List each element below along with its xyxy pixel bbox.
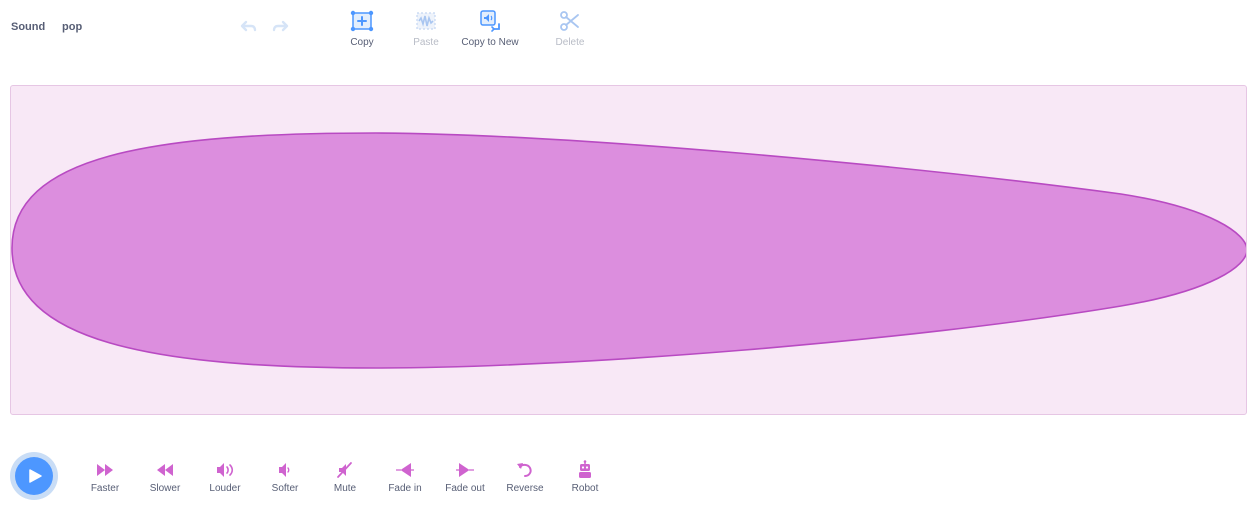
- slower-label: Slower: [149, 483, 181, 494]
- scissors-icon: [560, 11, 579, 31]
- delete-button[interactable]: Delete: [535, 9, 605, 48]
- copy-icon: [350, 10, 374, 32]
- undo-icon: [240, 20, 257, 32]
- fade-out-icon: [456, 463, 474, 477]
- mute-icon: [337, 462, 352, 478]
- play-button[interactable]: [10, 452, 58, 500]
- effect-fade-out[interactable]: Fade out: [435, 460, 495, 494]
- fade-in-icon: [396, 463, 414, 477]
- effect-robot[interactable]: Robot: [555, 460, 615, 494]
- redo-icon: [272, 20, 289, 32]
- louder-label: Louder: [209, 483, 241, 494]
- sound-editor: Sound pop Copy Paste Copy to New Delete …: [0, 0, 1258, 516]
- waveform-shape: [11, 132, 1246, 369]
- effect-louder[interactable]: Louder: [195, 460, 255, 494]
- faster-label: Faster: [90, 483, 120, 494]
- sound-name-input[interactable]: pop: [62, 21, 82, 33]
- effect-slower[interactable]: Slower: [135, 460, 195, 494]
- play-icon: [29, 469, 42, 483]
- copy-to-new-button[interactable]: Copy to New: [455, 9, 525, 48]
- fade-out-label: Fade out: [445, 483, 485, 494]
- redo-button[interactable]: [271, 18, 289, 34]
- effect-reverse[interactable]: Reverse: [495, 460, 555, 494]
- copy-to-new-label: Copy to New: [461, 37, 519, 48]
- effect-fade-in[interactable]: Fade in: [375, 460, 435, 494]
- fade-in-label: Fade in: [388, 483, 422, 494]
- robot-label: Robot: [571, 483, 599, 494]
- robot-icon: [579, 460, 591, 478]
- reverse-icon: [517, 463, 532, 477]
- copy-label: Copy: [350, 37, 374, 48]
- rewind-icon: [157, 464, 173, 476]
- paste-icon: [416, 12, 436, 30]
- speaker-loud-icon: [217, 463, 234, 477]
- sound-name-label: Sound: [11, 21, 46, 33]
- paste-label: Paste: [413, 37, 439, 48]
- effect-faster[interactable]: Faster: [75, 460, 135, 494]
- fast-forward-icon: [97, 464, 113, 476]
- waveform-area[interactable]: [10, 85, 1247, 415]
- reverse-label: Reverse: [506, 483, 544, 494]
- speaker-soft-icon: [279, 463, 290, 477]
- softer-label: Softer: [271, 483, 299, 494]
- paste-button[interactable]: Paste: [391, 9, 461, 48]
- undo-button[interactable]: [240, 18, 258, 34]
- copy-to-new-icon: [480, 10, 500, 32]
- delete-label: Delete: [555, 37, 585, 48]
- effect-softer[interactable]: Softer: [255, 460, 315, 494]
- mute-label: Mute: [333, 483, 357, 494]
- play-button-inner: [15, 457, 53, 495]
- effect-mute[interactable]: Mute: [315, 460, 375, 494]
- copy-button[interactable]: Copy: [327, 9, 397, 48]
